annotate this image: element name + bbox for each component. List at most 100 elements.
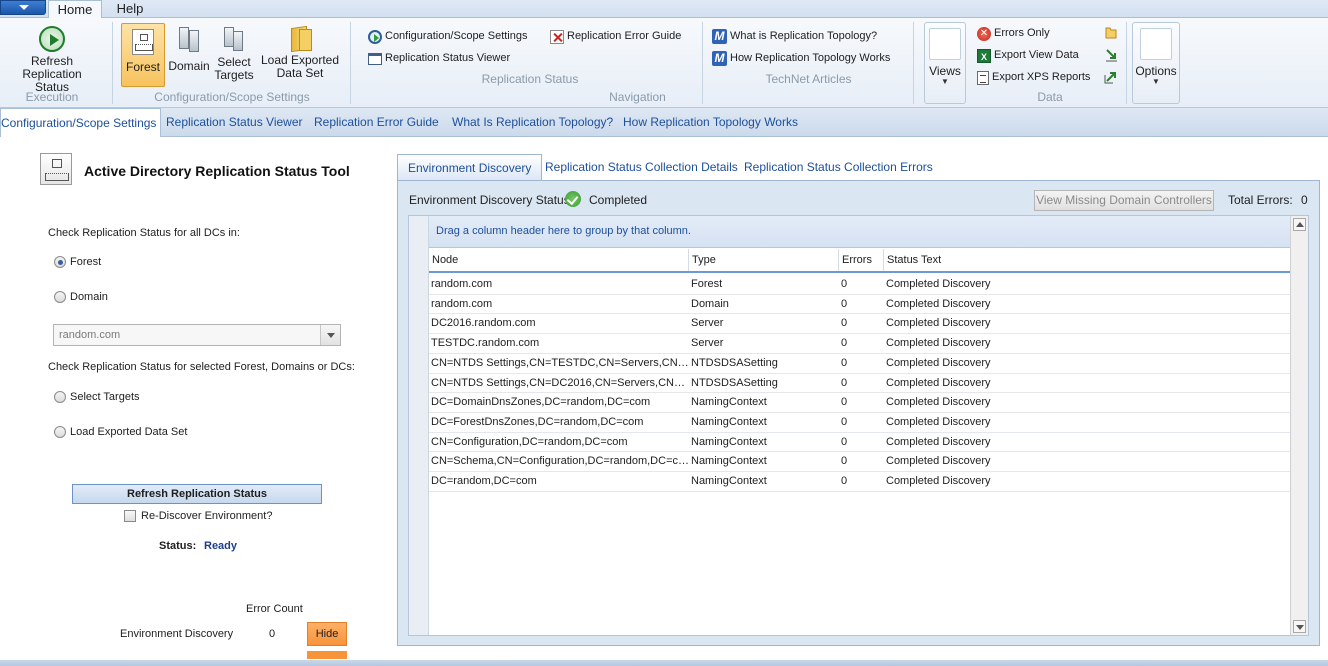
cell-errors: 0 [841,475,848,487]
load-exported-data-set-button[interactable]: Load Exported Data Set [257,23,343,87]
table-row[interactable]: CN=Configuration,DC=random,DC=com NamingC… [429,433,1292,453]
export-view-data-button[interactable]: X Export View Data [977,46,1079,64]
ribbon-separator [702,22,703,104]
hide-button-secondary[interactable] [307,651,347,659]
application-menu-button[interactable] [0,0,46,15]
cell-status-text: Completed Discovery [886,278,991,290]
domain-select[interactable]: random.com [53,324,341,346]
views-label: Views [929,64,961,78]
select-targets-radio-label[interactable]: Select Targets [70,391,140,403]
options-dropdown-button[interactable]: Options ▼ [1132,22,1180,104]
table-row[interactable]: CN=Schema,CN=Configuration,DC=random,DC=… [429,452,1292,473]
export-xps-reports-button[interactable]: Export XPS Reports [977,68,1090,86]
table-row[interactable]: random.com Domain 0 Completed Discovery [429,295,1292,315]
nav-replication-error-guide[interactable]: Replication Error Guide [314,108,439,136]
vertical-scrollbar[interactable] [1290,216,1308,635]
table-row[interactable]: DC=DomainDnsZones,DC=random,DC=com Naming… [429,393,1292,413]
tab-environment-discovery[interactable]: Environment Discovery [397,154,543,180]
cell-status-text: Completed Discovery [886,435,991,448]
cell-errors: 0 [841,317,848,330]
refresh-replication-status-button[interactable]: Refresh Replication Status [0,22,104,94]
replication-status-viewer-link[interactable]: Replication Status Viewer [368,49,510,67]
cell-type: NamingContext [691,396,767,409]
tab-help[interactable]: Help [104,0,156,19]
column-header-node[interactable]: Node [429,249,689,271]
domain-button[interactable]: Domain [166,23,212,87]
table-row[interactable]: DC=random,DC=com NamingContext 0 Completed … [429,472,1292,492]
nav-replication-status-viewer[interactable]: Replication Status Viewer [166,108,303,136]
hide-button[interactable]: Hide [307,622,347,646]
grid-header: Node Type Errors Status Text [429,249,1292,273]
load-exported-radio-label[interactable]: Load Exported Data Set [70,426,187,438]
cell-errors: 0 [841,376,848,389]
config-scope-settings-link[interactable]: Configuration/Scope Settings [368,27,527,45]
select-targets-button[interactable]: Select Targets [213,23,255,87]
cell-errors: 0 [841,415,848,428]
select-targets-radio[interactable] [54,391,66,403]
tab-replication-status-collection-errors[interactable]: Replication Status Collection Errors [744,154,933,180]
scroll-up-arrow-icon[interactable] [1293,218,1306,231]
table-row[interactable]: random.com Forest 0 Completed Discovery [429,275,1292,295]
tab-home[interactable]: Home [48,0,102,19]
table-row[interactable]: TESTDC.random.com Server 0 Completed Discov… [429,334,1292,354]
ribbon: Refresh Replication Status Execution For… [0,18,1328,108]
nav-what-is-replication-topology[interactable]: What Is Replication Topology? [452,108,613,136]
configuration-icon [368,29,382,44]
view-missing-domain-controllers-button[interactable]: View Missing Domain Controllers [1034,190,1214,211]
errors-only-toggle[interactable]: ✕ Errors Only [977,24,1050,42]
discovery-status-label: Environment Discovery Status: [409,193,574,207]
rediscover-label[interactable]: Re-Discover Environment? [141,510,272,522]
folder-open-icon[interactable] [1104,26,1118,40]
forest-radio[interactable] [54,256,66,268]
options-label: Options [1135,64,1177,78]
forest-radio-label[interactable]: Forest [70,256,101,268]
cell-type: Domain [691,297,729,310]
cell-status-text: Completed Discovery [886,317,991,330]
ribbon-separator [112,22,113,104]
cell-errors: 0 [841,435,848,448]
ribbon-separator [1126,22,1127,104]
column-header-errors[interactable]: Errors [839,249,884,271]
cell-status-text: Completed Discovery [886,475,991,487]
cell-errors: 0 [841,356,848,369]
forest-button[interactable]: Forest [121,23,165,87]
views-icon [929,28,961,60]
replication-error-guide-link[interactable]: Replication Error Guide [550,27,681,45]
domain-radio-label[interactable]: Domain [70,291,108,303]
rediscover-checkbox[interactable] [124,510,136,522]
nav-configuration-scope-settings[interactable]: Configuration/Scope Settings [0,108,162,137]
refresh-replication-status-button[interactable]: Refresh Replication Status [72,484,322,504]
status-value: Ready [204,540,238,552]
views-dropdown-button[interactable]: Views ▼ [924,22,966,104]
tab-replication-status-collection-details[interactable]: Replication Status Collection Details [545,154,738,180]
domain-radio[interactable] [54,291,66,303]
status-label: Status: [159,540,197,552]
scroll-down-arrow-icon[interactable] [1293,620,1306,633]
group-by-panel[interactable]: Drag a column header here to group by th… [429,216,1290,248]
cell-errors: 0 [841,455,848,468]
load-label-line2: Data Set [276,66,324,80]
what-is-replication-topology-link[interactable]: M What is Replication Topology? [712,27,877,45]
column-header-status-text[interactable]: Status Text [884,249,1292,271]
cell-type: NTDSDSASetting [691,356,778,369]
export-arrow-icon[interactable] [1104,70,1118,84]
discovery-status-value: Completed [589,193,648,207]
table-row[interactable]: DC2016.random.com Server 0 Completed Discov… [429,314,1292,335]
table-row[interactable]: CN=NTDS Settings,CN=DC2016,CN=Servers,CN… [429,374,1292,394]
cell-type: NamingContext [691,415,767,428]
how-replication-topology-works-link[interactable]: M How Replication Topology Works [712,49,890,67]
group-label-replication-status: Replication Status [481,72,579,86]
table-row[interactable]: CN=NTDS Settings,CN=TESTDC,CN=Servers,CN… [429,354,1292,374]
table-row[interactable]: DC=ForestDnsZones,DC=random,DC=com Naming… [429,413,1292,433]
load-exported-radio[interactable] [54,426,66,438]
navigation-bar: Configuration/Scope Settings Replication… [0,108,1328,137]
check-selected-label: Check Replication Status for selected Fo… [48,361,355,373]
chevron-down-icon[interactable] [320,325,340,345]
cell-type: NamingContext [691,475,767,487]
nav-how-replication-topology-works[interactable]: How Replication Topology Works [623,108,798,136]
cell-type: NamingContext [691,455,767,468]
ribbon-separator [913,22,914,104]
column-header-type[interactable]: Type [689,249,839,271]
download-arrow-icon[interactable] [1104,48,1118,62]
domain-label: Domain [168,59,210,73]
